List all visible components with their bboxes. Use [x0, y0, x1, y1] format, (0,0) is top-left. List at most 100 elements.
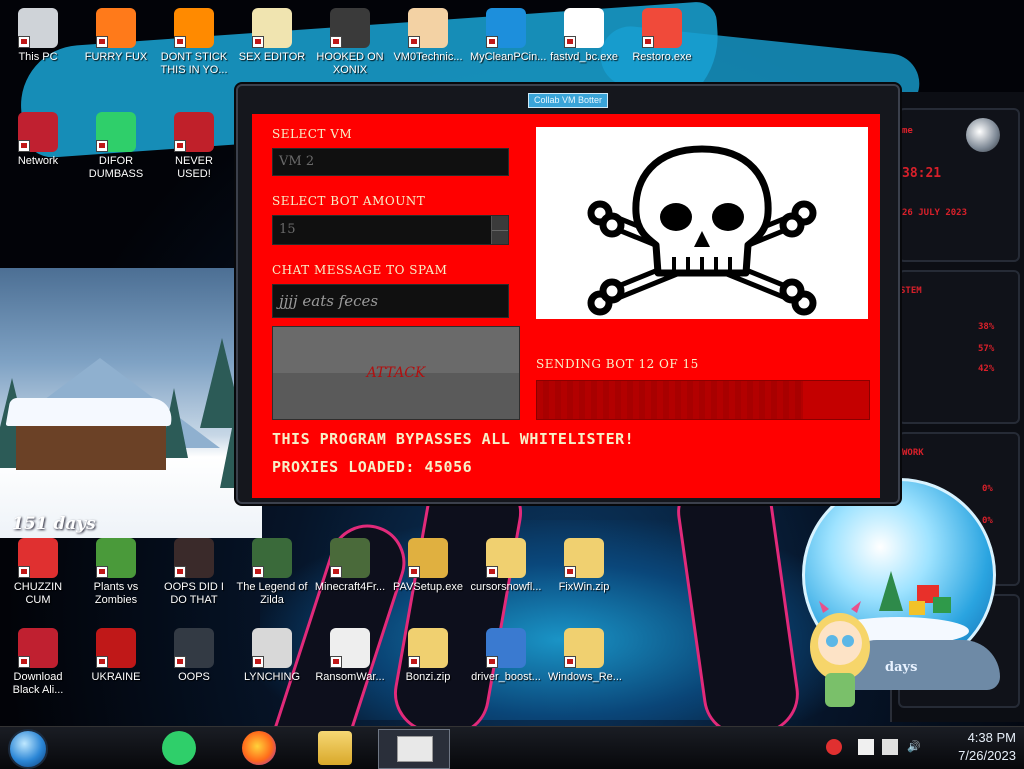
collab-vm-botter-window[interactable]: Collab VM Botter SELECT VM VM 2 SELECT B…	[236, 84, 900, 504]
volume-tray-icon[interactable]: 🔊	[906, 739, 922, 755]
desktop-icon[interactable]: Minecraft4Fr...	[314, 538, 386, 594]
start-button[interactable]	[8, 729, 48, 769]
firefox-icon[interactable]	[242, 731, 276, 765]
desktop-icon[interactable]: DIFOR DUMBASS	[80, 112, 152, 181]
bot-amount-stepper[interactable]: 15	[272, 215, 509, 245]
desktop-icon-label: HOOKED ON XONIX	[316, 51, 384, 76]
shortcut-arrow-icon	[408, 36, 420, 48]
dev-cpp-icon	[174, 112, 214, 152]
desktop-icon[interactable]: HOOKED ON XONIX	[314, 8, 386, 77]
taskbar-active-window[interactable]	[378, 729, 450, 769]
desktop-icon[interactable]: FURRY FUX	[80, 8, 152, 64]
desktop-icon[interactable]: The Legend of Zilda	[236, 538, 308, 607]
desktop-icon[interactable]: OOPS	[158, 628, 230, 684]
desktop-icon-label: Minecraft4Fr...	[314, 581, 386, 593]
status-text: SENDING BOT 12 OF 15	[536, 357, 699, 371]
progress-fill	[537, 381, 803, 419]
spotify-notes-icon[interactable]	[162, 731, 196, 765]
xonix-icon	[330, 8, 370, 48]
winter-countdown-widget[interactable]: 151 days	[0, 268, 262, 538]
desktop-icon[interactable]: DONT STICK THIS IN YO...	[158, 8, 230, 77]
desktop-icon[interactable]: UKRAINE	[80, 628, 152, 684]
desktop-icon[interactable]: VM0Technic...	[392, 8, 464, 64]
desktop-icon-label: OOPS	[178, 671, 210, 683]
shortcut-arrow-icon	[96, 140, 108, 152]
desktop-icon-label: This PC	[18, 51, 58, 63]
desktop-icon[interactable]: Windows_Re...	[548, 628, 622, 684]
bot-amount-value: 15	[279, 222, 296, 237]
shortcut-arrow-icon	[18, 140, 30, 152]
desktop-icon-label: fastvd_bc.exe	[550, 51, 618, 63]
shortcut-arrow-icon	[96, 36, 108, 48]
shortcut-arrow-icon	[564, 36, 576, 48]
shortcut-arrow-icon	[174, 140, 186, 152]
desktop-icon-label: Windows_Re...	[548, 671, 622, 683]
shortcut-arrow-icon	[174, 656, 186, 668]
network-tray-icon[interactable]	[882, 739, 898, 755]
chat-message-value: jjjj eats feces	[279, 292, 379, 310]
chuzzle-icon	[18, 538, 58, 578]
desktop-icon[interactable]: Restoro.exe	[626, 8, 698, 64]
alienware-icon	[18, 112, 58, 152]
shortcut-arrow-icon	[486, 36, 498, 48]
desktop-icon-label: UKRAINE	[91, 671, 141, 683]
desktop-icon[interactable]: MyCleanPCin...	[470, 8, 546, 64]
vlc-cone-icon	[174, 8, 214, 48]
panel-time: 38:21	[902, 166, 942, 181]
alienware-icon	[18, 628, 58, 668]
system-clock[interactable]: 4:38 PM 7/26/2023	[926, 727, 1016, 769]
desktop-icon-label: Download Black Ali...	[12, 671, 64, 696]
panel-percent: 38%	[978, 322, 995, 332]
shortcut-arrow-icon	[96, 656, 108, 668]
attack-button[interactable]: ATTACK	[272, 326, 520, 420]
iobit-icon	[486, 628, 526, 668]
globe-countdown-days: days	[885, 660, 918, 675]
desktop-icon-label: SEX EDITOR	[238, 51, 306, 63]
select-vm-input[interactable]: VM 2	[272, 148, 509, 176]
chat-message-label: CHAT MESSAGE TO SPAM	[272, 263, 448, 277]
desktop-icon[interactable]: Plants vs Zombies	[80, 538, 152, 607]
computer-icon	[18, 8, 58, 48]
desktop-icon-label: FURRY FUX	[84, 51, 148, 63]
desktop-icon-label: NEVER USED!	[175, 155, 213, 180]
shortcut-arrow-icon	[408, 566, 420, 578]
desktop-icon[interactable]: Bonzi.zip	[392, 628, 464, 684]
desktop-icon-label: Network	[17, 155, 59, 167]
shortcut-arrow-icon	[252, 656, 264, 668]
desktop-icon-label: driver_boost...	[471, 671, 541, 683]
desktop-icon[interactable]: SEX EDITOR	[236, 8, 308, 64]
window-client-area: SELECT VM VM 2 SELECT BOT AMOUNT 15 CHAT…	[252, 114, 880, 498]
panel-system-label: STEM	[900, 286, 922, 296]
radiation-icon	[96, 628, 136, 668]
desktop-icon[interactable]: CHUZZIN CUM	[2, 538, 74, 607]
time-panel	[898, 108, 1020, 262]
desktop-icon[interactable]: fastvd_bc.exe	[548, 8, 620, 64]
desktop-icon[interactable]: LYNCHING	[236, 628, 308, 684]
restoro-icon	[642, 8, 682, 48]
books-icon	[408, 538, 448, 578]
desktop-icon[interactable]: driver_boost...	[470, 628, 542, 684]
flag-tray-icon[interactable]	[858, 739, 874, 755]
desktop-icon-label: FixWin.zip	[558, 581, 610, 593]
desktop-icon[interactable]: cursorsnowfl...	[470, 538, 542, 594]
desktop-icon[interactable]: This PC	[2, 8, 74, 64]
chat-message-input[interactable]: jjjj eats feces	[272, 284, 509, 318]
shortcut-arrow-icon	[252, 36, 264, 48]
file-explorer-icon[interactable]	[318, 731, 352, 765]
bot-amount-label: SELECT BOT AMOUNT	[272, 194, 426, 208]
shortcut-arrow-icon	[642, 36, 654, 48]
desktop-icon[interactable]: PAVSetup.exe	[392, 538, 464, 594]
desktop-icon[interactable]: FixWin.zip	[548, 538, 620, 594]
proxies-loaded: PROXIES LOADED: 45056	[272, 458, 473, 476]
desktop-icon[interactable]: Network	[2, 112, 74, 168]
cabin-snow-roof	[5, 398, 176, 426]
desktop-icon[interactable]: OOPS DID I DO THAT	[158, 538, 230, 607]
window-titlebar[interactable]: Collab VM Botter	[238, 86, 898, 108]
desktop-icon[interactable]: RansomWar...	[314, 628, 386, 684]
desktop-icon[interactable]: NEVER USED!	[158, 112, 230, 181]
security-tray-icon[interactable]	[826, 739, 842, 755]
zelda-icon	[252, 538, 292, 578]
star-butterfly-sticker	[810, 601, 870, 707]
bot-amount-spin-buttons[interactable]	[491, 216, 508, 244]
desktop-icon[interactable]: Download Black Ali...	[2, 628, 74, 697]
